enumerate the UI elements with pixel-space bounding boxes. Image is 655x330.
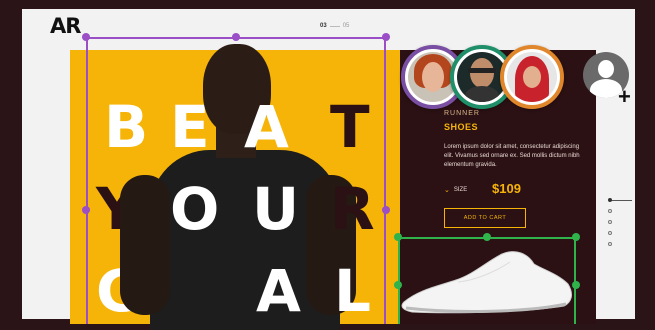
plus-icon[interactable]: +	[618, 86, 631, 108]
slide-pager: 03 05	[320, 23, 349, 29]
resize-handle[interactable]	[382, 206, 390, 214]
slide-dot[interactable]	[608, 220, 612, 224]
resize-handle[interactable]	[382, 33, 390, 41]
resize-handle[interactable]	[394, 233, 402, 241]
slide-dot[interactable]	[608, 231, 612, 235]
chevron-down-icon: ⌄	[444, 187, 450, 194]
size-selector[interactable]: ⌄ SIZE	[444, 186, 467, 194]
resize-handle[interactable]	[82, 33, 90, 41]
pager-divider	[329, 25, 340, 27]
product-name: SHOES	[444, 122, 479, 132]
resize-handle[interactable]	[394, 281, 402, 289]
selection-box-shoe[interactable]	[398, 237, 576, 324]
resize-handle[interactable]	[483, 233, 491, 241]
resize-handle[interactable]	[232, 33, 240, 41]
pager-total: 05	[342, 23, 350, 29]
slide-indicator-line	[610, 200, 632, 201]
selection-box-athlete[interactable]	[86, 37, 386, 324]
resize-handle[interactable]	[572, 281, 580, 289]
resize-handle[interactable]	[82, 206, 90, 214]
slide-dot[interactable]	[608, 198, 612, 202]
collaborator-avatar[interactable]	[500, 45, 564, 109]
product-description: Lorem ipsum dolor sit amet, consectetur …	[444, 144, 580, 168]
pager-current: 03	[320, 23, 327, 29]
product-price: $109	[492, 181, 521, 196]
product-category: RUNNER	[444, 110, 480, 117]
avatar-photo	[507, 52, 557, 102]
slide-dot[interactable]	[608, 242, 612, 246]
slide-dot[interactable]	[608, 209, 612, 213]
size-label: SIZE	[453, 187, 468, 193]
brand-logo: AR	[50, 14, 81, 38]
add-to-cart-button[interactable]: ADD TO CART	[444, 208, 526, 228]
resize-handle[interactable]	[572, 233, 580, 241]
